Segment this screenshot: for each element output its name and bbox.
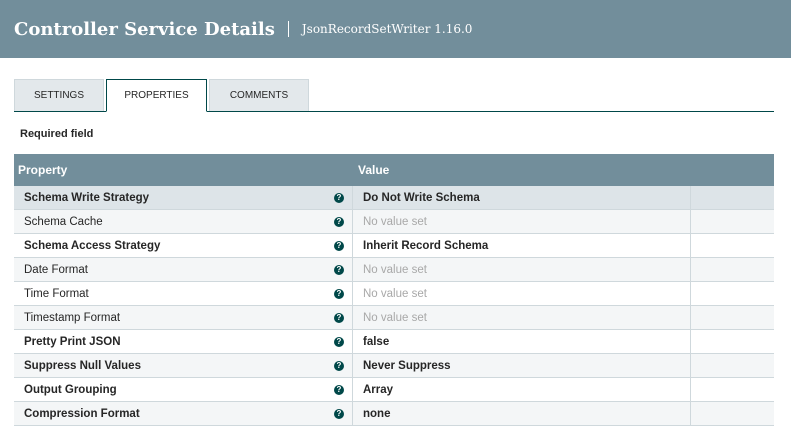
property-name: Compression Format: [24, 408, 140, 420]
question-circle-icon[interactable]: ?: [334, 289, 344, 299]
property-name-cell: Suppress Null Values?: [14, 354, 352, 377]
table-row[interactable]: Output Grouping?Array: [14, 378, 774, 402]
dialog-header: Controller Service Details JsonRecordSet…: [0, 0, 791, 58]
question-circle-icon[interactable]: ?: [334, 361, 344, 371]
title-separator: [288, 21, 289, 37]
properties-table: Property Value Schema Write Strategy?Do …: [14, 154, 774, 426]
property-name: Schema Write Strategy: [24, 192, 149, 204]
property-name: Timestamp Format: [24, 312, 120, 324]
property-name-cell: Date Format?: [14, 258, 352, 281]
table-row[interactable]: Schema Cache?No value set: [14, 210, 774, 234]
table-row[interactable]: Time Format?No value set: [14, 282, 774, 306]
property-name-cell: Time Format?: [14, 282, 352, 305]
question-circle-icon[interactable]: ?: [334, 409, 344, 419]
column-header-property: Property: [14, 163, 352, 177]
question-circle-icon[interactable]: ?: [334, 217, 344, 227]
question-circle-icon[interactable]: ?: [334, 241, 344, 251]
table-row[interactable]: Schema Write Strategy?Do Not Write Schem…: [14, 186, 774, 210]
property-value[interactable]: No value set: [352, 258, 690, 281]
property-value[interactable]: Do Not Write Schema: [352, 186, 690, 209]
tab-bar: SETTINGS PROPERTIES COMMENTS: [14, 79, 774, 112]
property-value[interactable]: No value set: [352, 210, 690, 233]
table-row[interactable]: Suppress Null Values?Never Suppress: [14, 354, 774, 378]
tab-settings[interactable]: SETTINGS: [14, 79, 104, 111]
service-type: JsonRecordSetWriter 1.16.0: [302, 22, 473, 36]
row-actions-cell: [690, 210, 774, 233]
table-row[interactable]: Schema Access Strategy?Inherit Record Sc…: [14, 234, 774, 258]
property-value[interactable]: No value set: [352, 282, 690, 305]
row-actions-cell: [690, 258, 774, 281]
property-value[interactable]: Inherit Record Schema: [352, 234, 690, 257]
property-name-cell: Output Grouping?: [14, 378, 352, 401]
property-name-cell: Timestamp Format?: [14, 306, 352, 329]
row-actions-cell: [690, 306, 774, 329]
property-name: Pretty Print JSON: [24, 336, 121, 348]
question-circle-icon[interactable]: ?: [334, 313, 344, 323]
property-name: Schema Access Strategy: [24, 240, 160, 252]
property-value[interactable]: No value set: [352, 306, 690, 329]
property-value[interactable]: false: [352, 330, 690, 353]
row-actions-cell: [690, 234, 774, 257]
required-field-label: Required field: [20, 128, 93, 140]
table-row[interactable]: Compression Format?none: [14, 402, 774, 426]
table-row[interactable]: Timestamp Format?No value set: [14, 306, 774, 330]
tab-comments[interactable]: COMMENTS: [209, 79, 309, 111]
dialog-title: Controller Service Details: [14, 19, 275, 40]
property-value[interactable]: none: [352, 402, 690, 425]
tab-properties[interactable]: PROPERTIES: [106, 79, 207, 112]
property-name: Schema Cache: [24, 216, 103, 228]
property-value[interactable]: Array: [352, 378, 690, 401]
row-actions-cell: [690, 186, 774, 209]
row-actions-cell: [690, 354, 774, 377]
property-value[interactable]: Never Suppress: [352, 354, 690, 377]
row-actions-cell: [690, 402, 774, 425]
row-actions-cell: [690, 378, 774, 401]
property-name-cell: Pretty Print JSON?: [14, 330, 352, 353]
table-row[interactable]: Pretty Print JSON?false: [14, 330, 774, 354]
property-name-cell: Compression Format?: [14, 402, 352, 425]
column-header-value: Value: [352, 163, 389, 177]
question-circle-icon[interactable]: ?: [334, 265, 344, 275]
property-name-cell: Schema Write Strategy?: [14, 186, 352, 209]
row-actions-cell: [690, 282, 774, 305]
table-row[interactable]: Date Format?No value set: [14, 258, 774, 282]
property-name: Date Format: [24, 264, 88, 276]
property-name: Suppress Null Values: [24, 360, 141, 372]
property-name: Time Format: [24, 288, 89, 300]
property-name-cell: Schema Cache?: [14, 210, 352, 233]
question-circle-icon[interactable]: ?: [334, 385, 344, 395]
property-name-cell: Schema Access Strategy?: [14, 234, 352, 257]
property-name: Output Grouping: [24, 384, 117, 396]
row-actions-cell: [690, 330, 774, 353]
question-circle-icon[interactable]: ?: [334, 337, 344, 347]
table-header: Property Value: [14, 154, 774, 186]
question-circle-icon[interactable]: ?: [334, 193, 344, 203]
